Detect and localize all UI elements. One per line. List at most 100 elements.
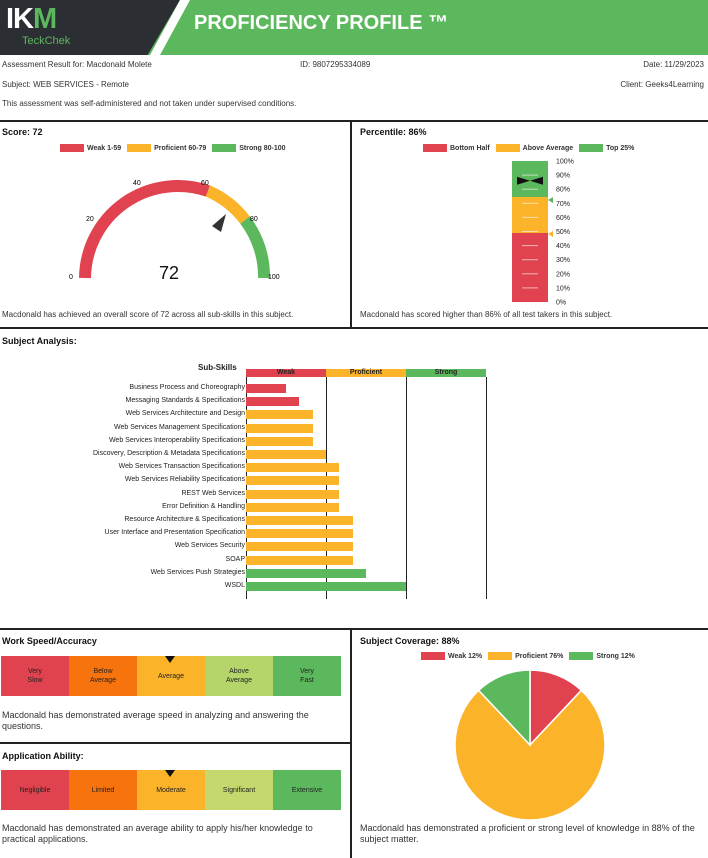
gauge-tick: 100 bbox=[268, 274, 280, 281]
skill-bar bbox=[246, 516, 353, 525]
speed-marker-icon bbox=[165, 656, 175, 663]
app-limited: Limited bbox=[69, 770, 137, 810]
thermo-tick-label: 40% bbox=[556, 243, 570, 250]
skill-label: Discovery, Description & Metadata Specif… bbox=[93, 450, 245, 457]
legend-proficient: Proficient 76% bbox=[488, 652, 563, 660]
legend-weak: Weak 1-59 bbox=[60, 144, 121, 152]
thermo-tick-label: 20% bbox=[556, 271, 570, 278]
skill-label: Web Services Transaction Specifications bbox=[118, 463, 245, 471]
gauge-needle bbox=[212, 214, 226, 232]
gauge-score-value: 72 bbox=[159, 263, 179, 283]
band-proficient: Proficient bbox=[326, 369, 406, 377]
gauge-tick: 60 bbox=[201, 180, 209, 187]
percentile-title: Percentile: 86% bbox=[360, 127, 427, 137]
gauge-proficient-arc bbox=[205, 185, 250, 224]
thermo-tick-label: 100% bbox=[556, 159, 574, 166]
skill-bar bbox=[246, 502, 340, 512]
skill-label: Messaging Standards & Specifications bbox=[125, 397, 245, 405]
subskills-header: Sub-Skills bbox=[198, 363, 237, 372]
subject-line: Subject: WEB SERVICES - Remote bbox=[2, 80, 130, 89]
gauge-tick: 20 bbox=[86, 216, 94, 223]
thermo-tick-labels: 100% 90% 80% 70% 60% 50% 40% 30% 20% 10% 0% bbox=[556, 159, 574, 307]
app-extensive: Extensive bbox=[273, 770, 341, 810]
skill-label: Web Services Architecture and Design bbox=[125, 410, 245, 418]
score-gauge: 0 20 40 60 80 100 72 bbox=[69, 180, 280, 283]
thermo-tick-label: 0% bbox=[556, 300, 566, 307]
coverage-title: Subject Coverage: 88% bbox=[360, 636, 460, 646]
supervision-note: This assessment was self-administered an… bbox=[2, 99, 297, 108]
assessment-name: Assessment Result for: Macdonald Molete bbox=[2, 60, 152, 69]
skill-bar bbox=[246, 436, 313, 446]
percentile-legend: Bottom Half Above Average Top 25% bbox=[423, 144, 640, 152]
thermo-tick-label: 90% bbox=[556, 173, 570, 180]
skill-label: Web Services Security bbox=[174, 542, 245, 550]
divider bbox=[350, 628, 352, 858]
application-title: Application Ability: bbox=[2, 751, 84, 761]
gauge-weak-arc bbox=[79, 180, 210, 279]
speed-below-average: Below Average bbox=[69, 656, 137, 696]
speed-very-slow: Very Slow bbox=[1, 656, 69, 696]
skill-bar bbox=[246, 529, 353, 539]
thermo-tick-label: 30% bbox=[556, 257, 570, 264]
skill-bar bbox=[246, 476, 340, 486]
band-weak: Weak bbox=[246, 369, 326, 377]
percentile-thermometer: 100% 90% 80% 70% 60% 50% 40% 30% 20% 10% 0% bbox=[512, 159, 574, 307]
legend-proficient: Proficient 60-79 bbox=[127, 144, 206, 152]
skill-bar bbox=[246, 582, 406, 591]
thermo-tick-label: 60% bbox=[556, 215, 570, 222]
legend-top-25: Top 25% bbox=[579, 144, 634, 152]
thermo-tick-label: 80% bbox=[556, 187, 570, 194]
application-description: Macdonald has demonstrated an average ab… bbox=[2, 823, 313, 844]
thermo-above-average bbox=[512, 197, 548, 233]
gauge-tick: 80 bbox=[250, 216, 258, 223]
divider bbox=[0, 742, 350, 744]
logo-subtitle: TeckChek bbox=[22, 35, 71, 47]
legend-strong: Strong 80-100 bbox=[212, 144, 286, 152]
skill-label: REST Web Services bbox=[181, 489, 245, 497]
score-description: Macdonald has achieved an overall score … bbox=[2, 310, 294, 319]
skill-bar bbox=[246, 423, 313, 433]
gauge-tick: 0 bbox=[69, 274, 73, 281]
skill-bar bbox=[246, 542, 353, 552]
ikm-logo: IKM bbox=[6, 3, 57, 35]
skill-bar bbox=[246, 555, 353, 565]
legend-weak: Weak 12% bbox=[421, 652, 482, 660]
legend-above-average: Above Average bbox=[495, 144, 573, 152]
page-title: PROFICIENCY PROFILE ™ bbox=[194, 12, 449, 34]
thermo-tick-label: 70% bbox=[556, 201, 570, 208]
speed-above-average: Above Average bbox=[205, 656, 273, 696]
thermo-bottom-half bbox=[512, 233, 548, 302]
coverage-legend: Weak 12% Proficient 76% Strong 12% bbox=[421, 652, 641, 660]
header-banner: IKM TeckChek PROFICIENCY PROFILE ™ bbox=[0, 0, 708, 55]
gauge-tick: 40 bbox=[133, 180, 141, 187]
gauge-strong-arc bbox=[240, 216, 271, 279]
band-gridline bbox=[326, 377, 327, 599]
skill-bar bbox=[246, 450, 326, 459]
skill-bar bbox=[246, 384, 286, 393]
client-line: Client: Geeks4Learning bbox=[620, 80, 704, 89]
application-marker-icon bbox=[165, 770, 175, 777]
skill-bar bbox=[246, 568, 366, 578]
divider bbox=[350, 120, 352, 328]
skill-label: Web Services Management Specifications bbox=[114, 423, 245, 431]
analysis-title: Subject Analysis: bbox=[2, 336, 77, 346]
speed-description: Macdonald has demonstrated average speed… bbox=[2, 710, 309, 731]
skill-label: WSDL bbox=[224, 582, 245, 589]
thermo-tick-label: 10% bbox=[556, 285, 570, 292]
divider bbox=[0, 120, 708, 122]
app-negligible: Negligible bbox=[1, 770, 69, 810]
thermo-tick-label: 50% bbox=[556, 229, 570, 236]
score-title: Score: 72 bbox=[2, 127, 43, 137]
score-legend: Weak 1-59 Proficient 60-79 Strong 80-100 bbox=[60, 144, 292, 152]
app-significant: Significant bbox=[205, 770, 273, 810]
skill-label: Web Services Interoperability Specificat… bbox=[108, 436, 245, 444]
divider bbox=[0, 628, 708, 630]
thermo-marker-50 bbox=[548, 231, 553, 237]
skill-label: User Interface and Presentation Specific… bbox=[104, 529, 245, 537]
skill-label: Resource Architecture & Specifications bbox=[124, 516, 245, 523]
band-gridline bbox=[486, 377, 487, 599]
coverage-pie-chart bbox=[454, 669, 606, 821]
skill-bar bbox=[246, 463, 340, 473]
skill-label: Error Definition & Handling bbox=[162, 502, 245, 510]
speed-title: Work Speed/Accuracy bbox=[2, 636, 97, 646]
